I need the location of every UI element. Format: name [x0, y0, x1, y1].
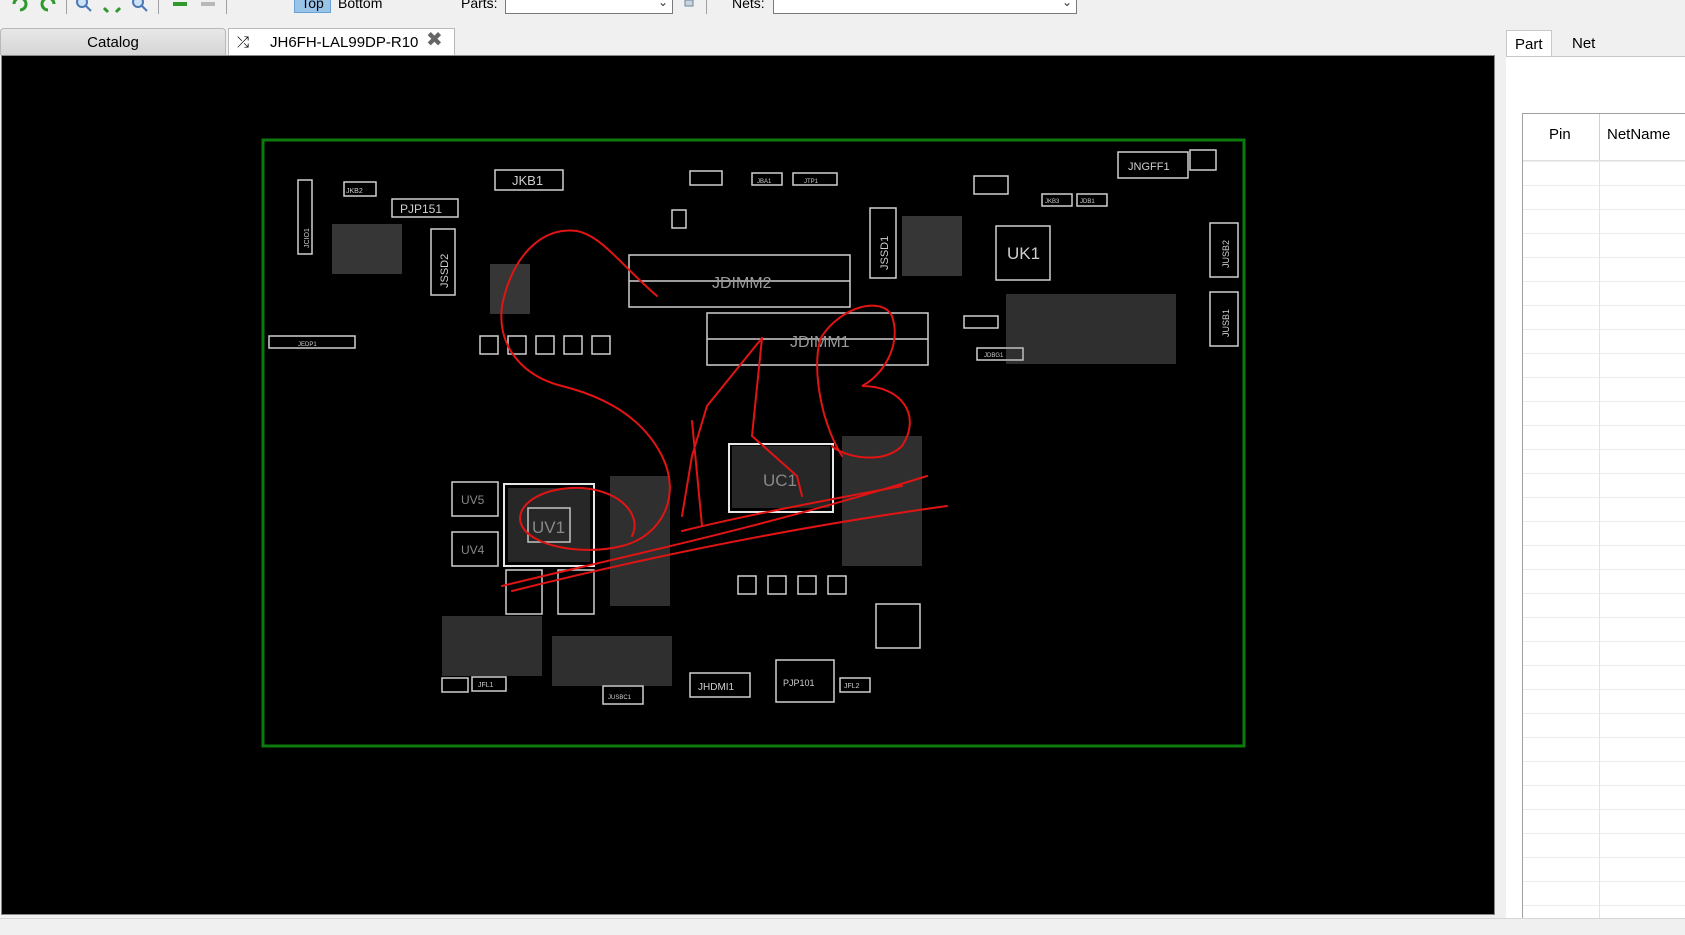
toolbar-separator	[66, 0, 67, 14]
zoom-fit-icon[interactable]	[102, 0, 122, 14]
label-jfl2: JFL2	[844, 683, 860, 690]
label-uv4: UV4	[461, 543, 485, 557]
view-top-button[interactable]: Top	[294, 0, 331, 13]
toolbar-separator	[706, 0, 707, 14]
tab-net[interactable]: Net	[1564, 30, 1603, 57]
toolbar: Top Bottom Parts: ⌄ Nets: ⌄	[0, 0, 1685, 16]
nets-combobox[interactable]: ⌄	[773, 0, 1077, 14]
tab-part[interactable]: Part	[1506, 30, 1552, 57]
close-icon[interactable]: ✖	[426, 27, 443, 54]
column-header-pin[interactable]: Pin	[1549, 126, 1571, 143]
toolbar-separator	[158, 0, 159, 14]
board-viewer-canvas[interactable]: JKB1 JKB2 PJP151 JSSD2 JCIO1 JEDP1 JDIMM…	[1, 55, 1495, 915]
label-jngff1: JNGFF1	[1128, 161, 1170, 173]
label-jfl1: JFL1	[478, 682, 494, 689]
label-jedp1: JEDP1	[298, 342, 317, 348]
label-jdb1: JDB1	[1080, 199, 1095, 205]
nets-label: Nets:	[732, 0, 765, 11]
label-pjp151: PJP151	[400, 202, 442, 216]
label-jcio1: JCIO1	[304, 228, 311, 248]
label-uc1: UC1	[763, 471, 797, 490]
label-jusb1: JUSB1	[1221, 309, 1231, 337]
label-jtp1: JTP1	[804, 179, 819, 185]
grid-header: Pin NetName	[1523, 114, 1685, 161]
pin-net-grid[interactable]: Pin NetName	[1522, 113, 1685, 935]
label-jusb2: JUSB2	[1221, 240, 1231, 268]
label-jdimm2: JDIMM2	[712, 275, 772, 292]
toolbar-separator	[226, 0, 227, 14]
tab-catalog[interactable]: Catalog	[0, 28, 226, 55]
chevron-down-icon: ⌄	[1061, 0, 1072, 9]
label-jusbc1: JUSBC1	[608, 695, 632, 701]
label-uv5: UV5	[461, 493, 485, 507]
column-divider[interactable]	[1599, 114, 1600, 160]
right-panel: Part Net Pin NetName	[1506, 28, 1685, 935]
label-uk1: UK1	[1007, 244, 1040, 263]
lightbulb-icon[interactable]	[679, 0, 699, 14]
label-jssd1: JSSD1	[879, 236, 891, 270]
label-jkb2: JKB2	[346, 188, 363, 195]
label-jkb3: JKB3	[1045, 199, 1060, 205]
zoom-out-icon[interactable]	[130, 0, 150, 14]
rotate-right-icon[interactable]	[38, 0, 58, 14]
component-jba0	[689, 170, 723, 186]
label-jdbg1: JDBG1	[984, 353, 1004, 359]
tab-board-file[interactable]: ⤮ JH6FH-LAL99DP-R10 ✖	[228, 28, 455, 55]
label-jkb1: JKB1	[512, 173, 543, 188]
status-bar	[0, 918, 1685, 935]
zoom-in-icon[interactable]	[74, 0, 94, 14]
back-arrow-icon[interactable]	[170, 0, 190, 14]
pcb-board: JKB1 JKB2 PJP151 JSSD2 JCIO1 JEDP1 JDIMM…	[261, 138, 1246, 748]
forward-arrow-icon[interactable]	[198, 0, 218, 14]
column-header-netname[interactable]: NetName	[1607, 126, 1670, 143]
shuffle-icon: ⤮	[237, 34, 250, 51]
view-bottom-button[interactable]: Bottom	[338, 0, 382, 11]
parts-combobox[interactable]: ⌄	[505, 0, 673, 14]
label-jba1: JBA1	[757, 179, 772, 185]
chevron-down-icon: ⌄	[657, 0, 668, 9]
rotate-left-icon[interactable]	[10, 0, 30, 14]
label-pjp101: PJP101	[783, 678, 815, 688]
parts-label: Parts:	[461, 0, 498, 11]
label-uv1: UV1	[532, 518, 565, 537]
right-panel-content: Pin NetName	[1506, 56, 1685, 935]
label-jssd2: JSSD2	[439, 254, 451, 288]
label-jhdmi1: JHDMI1	[698, 682, 735, 693]
tab-board-file-label: JH6FH-LAL99DP-R10	[270, 34, 419, 51]
